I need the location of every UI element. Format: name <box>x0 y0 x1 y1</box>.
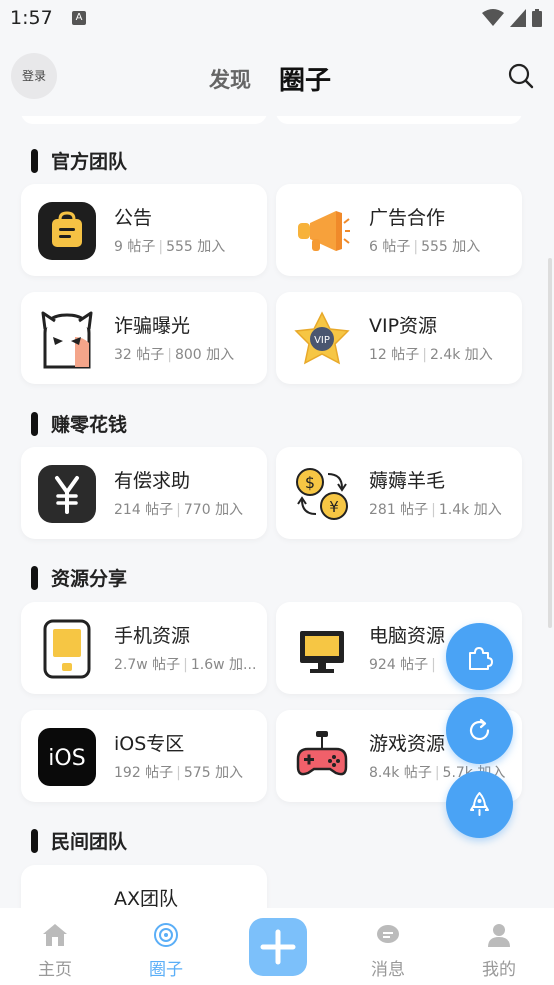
circle-card-phone-resources[interactable]: 手机资源 2.7w 帖子 | 1.6w 加... <box>21 602 267 694</box>
ax-team-icon <box>37 882 97 908</box>
home-icon <box>43 924 67 946</box>
vip-star-icon: VIP <box>294 311 350 365</box>
section-title: 赚零花钱 <box>31 410 127 437</box>
section-marker <box>31 828 38 853</box>
header: 登录 发现 圈子 <box>0 36 554 116</box>
section-title-text: 资源分享 <box>51 568 128 590</box>
yen-icon <box>38 465 96 523</box>
circle-name: 手机资源 <box>114 625 191 647</box>
tab-circle[interactable]: 圈子 <box>279 60 331 97</box>
circle-card-vip-resources[interactable]: VIP VIP资源 12 帖子 | 2.4k 加入 <box>276 292 522 384</box>
circle-name: 诈骗曝光 <box>114 315 191 337</box>
puzzle-icon <box>469 647 493 670</box>
circle-stats: 12 帖子 | 2.4k 加入 <box>369 347 493 363</box>
circle-card-ios-zone[interactable]: iOS iOS专区 192 帖子 | 575 加入 <box>21 710 267 802</box>
circle-card-announcement[interactable]: 公告 9 帖子 | 555 加入 <box>21 184 267 276</box>
circle-stats: 281 帖子 | 1.4k 加入 <box>369 502 502 518</box>
circle-name: 有偿求助 <box>114 470 191 492</box>
nav-circle-label: 圈子 <box>149 960 183 980</box>
nav-circle[interactable]: 圈子 <box>136 922 196 980</box>
circle-target-icon <box>154 923 178 947</box>
nav-messages[interactable]: 消息 <box>358 922 418 980</box>
svg-text:$: $ <box>305 473 315 492</box>
user-icon <box>488 924 510 947</box>
circle-card-ad-cooperation[interactable]: 广告合作 6 帖子 | 555 加入 <box>276 184 522 276</box>
fab-refresh-button[interactable] <box>446 697 513 764</box>
search-icon[interactable] <box>508 63 534 89</box>
circle-name: AX团队 <box>114 888 179 908</box>
section-title: 官方团队 <box>31 147 127 174</box>
section-marker <box>31 565 38 590</box>
nav-mine[interactable]: 我的 <box>469 922 529 980</box>
fab-rocket-button[interactable] <box>446 771 513 838</box>
circle-stats: 192 帖子 | 575 加入 <box>114 765 244 781</box>
circle-card-scam-exposure[interactable]: 诈骗曝光 32 帖子 | 800 加入 <box>21 292 267 384</box>
circle-name: 广告合作 <box>369 207 446 229</box>
notice-bag-icon <box>38 202 96 260</box>
status-time: 1:57 <box>10 7 53 29</box>
circle-name: 薅薅羊毛 <box>369 470 446 492</box>
circle-stats: 9 帖子 | 555 加入 <box>114 239 226 255</box>
svg-text:iOS: iOS <box>48 746 85 771</box>
notification-icon: A <box>72 11 86 25</box>
ios-icon: iOS <box>38 728 96 786</box>
partial-card <box>276 116 522 124</box>
svg-text:VIP: VIP <box>314 335 330 346</box>
circle-stats: 2.7w 帖子 | 1.6w 加... <box>114 657 257 673</box>
wifi-icon <box>482 9 504 26</box>
ghost-devil-icon <box>41 311 93 369</box>
circle-name: 电脑资源 <box>369 625 446 647</box>
nav-home-label: 主页 <box>38 960 72 980</box>
svg-text:¥: ¥ <box>329 498 339 516</box>
nav-mine-label: 我的 <box>482 960 516 980</box>
bottom-nav: 主页 圈子 消息 我的 <box>0 908 554 985</box>
circle-name: 公告 <box>114 207 153 229</box>
section-title-text: 赚零花钱 <box>51 414 128 436</box>
circle-stats: 214 帖子 | 770 加入 <box>114 502 244 518</box>
circle-stats: 32 帖子 | 800 加入 <box>114 347 235 363</box>
circle-name: iOS专区 <box>114 733 185 755</box>
nav-home[interactable]: 主页 <box>25 922 85 980</box>
tab-discover[interactable]: 发现 <box>209 64 251 94</box>
add-post-button[interactable] <box>249 918 307 976</box>
status-indicators <box>482 9 542 27</box>
refresh-icon <box>469 718 490 741</box>
fab-plugin-button[interactable] <box>446 623 513 690</box>
rocket-icon <box>470 792 489 816</box>
circle-name: 游戏资源 <box>369 733 446 755</box>
megaphone-icon <box>298 211 350 251</box>
scrollbar[interactable] <box>548 258 552 628</box>
section-title-text: 民间团队 <box>51 831 128 853</box>
section-title: 民间团队 <box>31 827 127 854</box>
message-icon <box>377 925 399 943</box>
monitor-icon <box>300 631 344 673</box>
signal-icon <box>510 9 526 27</box>
nav-messages-label: 消息 <box>371 960 405 980</box>
section-title: 资源分享 <box>31 564 127 591</box>
partial-card <box>21 116 267 124</box>
circle-name: VIP资源 <box>369 315 438 337</box>
status-bar: 1:57 A <box>0 0 554 36</box>
battery-icon <box>532 9 542 27</box>
circle-card-freebies[interactable]: $ ¥ 薅薅羊毛 281 帖子 | 1.4k 加入 <box>276 447 522 539</box>
login-button[interactable]: 登录 <box>11 53 57 99</box>
currency-exchange-icon: $ ¥ <box>296 468 348 520</box>
section-marker <box>31 148 38 173</box>
gamepad-icon <box>296 731 348 776</box>
circle-stats: 6 帖子 | 555 加入 <box>369 239 481 255</box>
section-marker <box>31 411 38 436</box>
phone-icon <box>43 619 91 679</box>
plus-icon <box>260 929 296 965</box>
section-title-text: 官方团队 <box>51 151 128 173</box>
circle-card-ax-team[interactable]: AX团队 <box>21 865 267 908</box>
circle-card-paid-help[interactable]: 有偿求助 214 帖子 | 770 加入 <box>21 447 267 539</box>
